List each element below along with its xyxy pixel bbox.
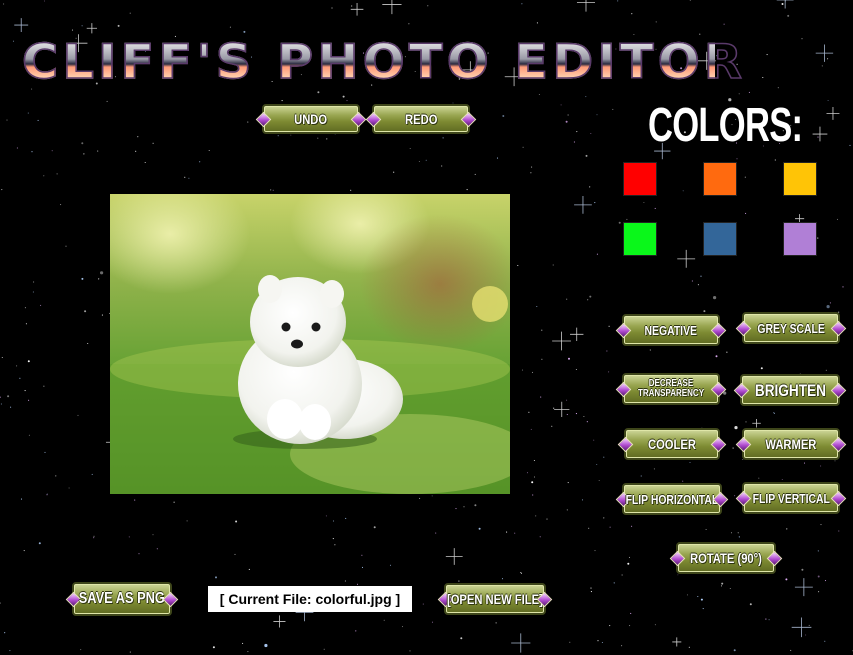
negative-button[interactable]: NEGATIVE <box>615 314 727 346</box>
swatch-red[interactable] <box>623 162 657 196</box>
flip-vertical-label: FLIP VERTICAL <box>752 490 830 506</box>
colors-heading: COLORS: <box>648 99 803 152</box>
swatch-green[interactable] <box>623 222 657 256</box>
flip-horizontal-button[interactable]: FLIP HORIZONTAL <box>615 483 729 515</box>
decrease-transparency-button[interactable]: DECREASE TRANSPARENCY <box>615 373 727 405</box>
negative-label: NEGATIVE <box>644 322 698 338</box>
current-file-label: [ Current File: colorful.jpg ] <box>208 586 412 612</box>
swatch-purple[interactable] <box>783 222 817 256</box>
redo-button[interactable]: REDO <box>365 104 477 134</box>
rotate-label: ROTATE (90°) <box>690 550 762 566</box>
save-as-png-label: SAVE AS PNG <box>78 590 166 607</box>
swatch-orange[interactable] <box>703 162 737 196</box>
grey-scale-label: GREY SCALE <box>757 320 825 336</box>
grey-scale-button[interactable]: GREY SCALE <box>735 312 847 344</box>
warmer-button[interactable]: WARMER <box>735 428 847 460</box>
puppy-photo <box>110 194 510 494</box>
photo-canvas[interactable] <box>110 194 510 494</box>
flip-horizontal-label: FLIP HORIZONTAL <box>625 491 719 507</box>
brighten-button[interactable]: BRIGHTEN <box>733 374 847 406</box>
brighten-label: BRIGHTEN <box>754 380 826 400</box>
open-new-file-label: [OPEN NEW FILE] <box>447 591 543 607</box>
warmer-label: WARMER <box>765 436 817 452</box>
app-title: CLIFF'S PHOTO EDITOR <box>21 35 747 90</box>
save-as-png-button[interactable]: SAVE AS PNG <box>65 582 179 616</box>
cooler-button[interactable]: COOLER <box>617 428 727 460</box>
open-new-file-button[interactable]: [OPEN NEW FILE] <box>437 583 553 615</box>
undo-label: UNDO <box>294 111 328 127</box>
redo-label: REDO <box>404 111 438 127</box>
rotate-button[interactable]: ROTATE (90°) <box>669 542 783 574</box>
cooler-label: COOLER <box>648 436 696 452</box>
swatch-blue[interactable] <box>703 222 737 256</box>
decrease-transparency-label: DECREASE TRANSPARENCY <box>637 378 705 399</box>
swatch-yellow[interactable] <box>783 162 817 196</box>
undo-button[interactable]: UNDO <box>255 104 367 134</box>
flip-vertical-button[interactable]: FLIP VERTICAL <box>735 482 847 514</box>
